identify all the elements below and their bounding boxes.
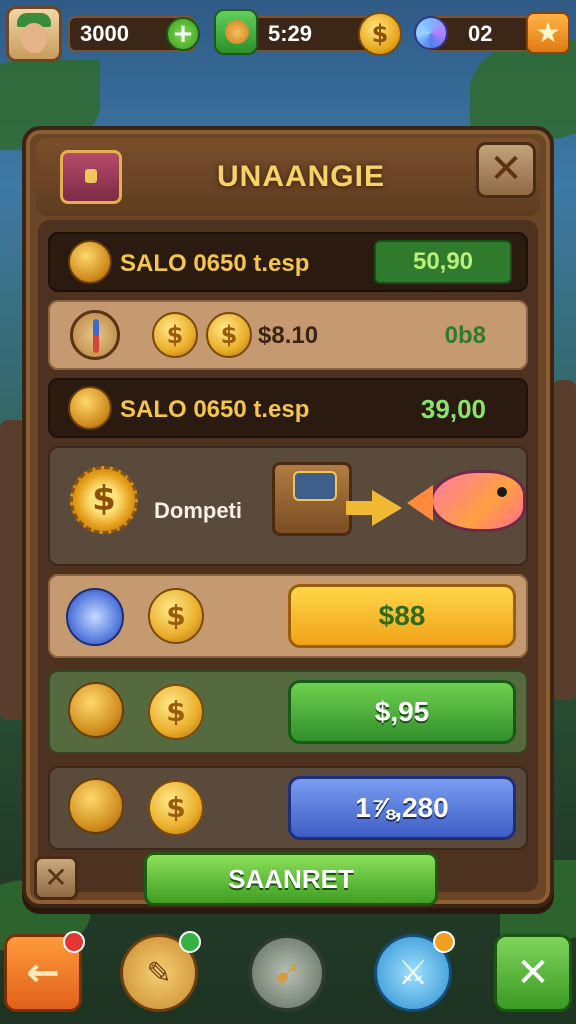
row-price: $8.10 — [258, 322, 319, 349]
star-button[interactable]: ★ — [526, 12, 570, 54]
blue-flower-icon — [66, 588, 124, 646]
avatar-face — [21, 23, 47, 53]
notification-badge — [63, 931, 85, 953]
list-item[interactable]: $ $ $8.10 0b8 — [48, 300, 528, 370]
panel-content: SALO 0650 t.esp 50,90 $ $ $8.10 0b8 SALO… — [38, 220, 538, 892]
compass-icon: ➹ — [272, 953, 302, 993]
close-icon: ✕ — [489, 146, 523, 192]
panel-header: UNAANGIE ✕ — [36, 138, 540, 216]
player-avatar[interactable] — [6, 6, 62, 62]
panel-title: UNAANGIE — [216, 160, 385, 193]
battle-button[interactable]: ⚔ — [374, 931, 455, 1012]
coin-stack-icon — [68, 682, 124, 738]
gold-amount: 3000 — [80, 21, 129, 46]
plus-icon: + — [172, 19, 194, 49]
back-button[interactable]: ← — [4, 931, 85, 1012]
buy-button-blue[interactable]: 1⅞,280 — [288, 776, 516, 840]
star-icon: ★ — [535, 16, 561, 49]
timer-value: 5:29 — [268, 21, 313, 46]
offer-row[interactable]: $ $88 — [48, 574, 528, 658]
gem-icon — [414, 16, 448, 50]
buy-button-yellow[interactable]: $88 — [288, 584, 516, 648]
buy-button-green[interactable]: $,95 — [288, 680, 516, 744]
bottom-nav: ← ✎ ➹ ⚔ ✕ — [0, 922, 576, 1024]
sword-icon: ⚔ — [397, 953, 429, 993]
gold-coin-icon: $ — [148, 684, 204, 740]
gold-coin-icon: $ — [148, 588, 204, 644]
fish-icon — [407, 470, 526, 532]
close-icon: ✕ — [516, 950, 550, 996]
cancel-button[interactable]: ✕ — [34, 856, 78, 900]
exchange-row[interactable]: $ Dompeti — [48, 446, 528, 566]
gold-gear-icon: $ — [70, 466, 138, 534]
notification-badge — [179, 931, 201, 953]
row-label: SALO 0650 t.esp — [120, 250, 310, 277]
shop-panel: UNAANGIE ✕ SALO 0650 t.esp 50,90 $ $ $8.… — [22, 126, 554, 908]
offer-row[interactable]: $ 1⅞,280 — [48, 766, 528, 850]
gold-coin-icon: $ — [206, 312, 252, 358]
treasure-chest-icon — [60, 150, 122, 204]
row-value: 0b8 — [444, 322, 486, 349]
exchange-label: Dompeti — [154, 498, 242, 523]
notification-badge — [433, 931, 455, 953]
gold-coin-icon: $ — [152, 312, 198, 358]
gem-amount: 02 — [468, 21, 493, 46]
list-item[interactable]: SALO 0650 t.esp 50,90 — [48, 232, 528, 292]
crate-icon — [272, 462, 352, 536]
offer-row[interactable]: $ $,95 — [48, 670, 528, 754]
row-value: 50,90 — [374, 240, 512, 284]
map-icon: ✎ — [146, 955, 172, 991]
close-panel-button[interactable]: ✕ — [476, 142, 536, 198]
close-button[interactable]: ✕ — [494, 934, 572, 1012]
compass-button[interactable]: ➹ — [248, 934, 326, 1012]
add-gold-button[interactable]: + — [166, 17, 200, 51]
row-label: SALO 0650 t.esp — [120, 396, 310, 423]
timer-icon — [214, 9, 258, 55]
coin-stack-icon — [68, 240, 112, 284]
top-hud: 3000 + 5:29 $ 02 ★ — [6, 6, 570, 62]
confirm-button[interactable]: SAANRET — [144, 852, 438, 906]
map-button[interactable]: ✎ — [120, 931, 201, 1012]
arrow-right-icon — [346, 490, 402, 526]
row-value: 39,00 — [420, 394, 486, 424]
coin-stack-icon — [68, 386, 112, 430]
close-icon: ✕ — [44, 861, 68, 894]
list-item[interactable]: SALO 0650 t.esp 39,00 — [48, 378, 528, 438]
gold-coin-icon: $ — [358, 12, 402, 56]
compass-icon — [70, 310, 120, 360]
arrow-left-icon: ← — [26, 950, 60, 996]
gold-coin-icon: $ — [148, 780, 204, 836]
coin-stack-icon — [68, 778, 124, 834]
